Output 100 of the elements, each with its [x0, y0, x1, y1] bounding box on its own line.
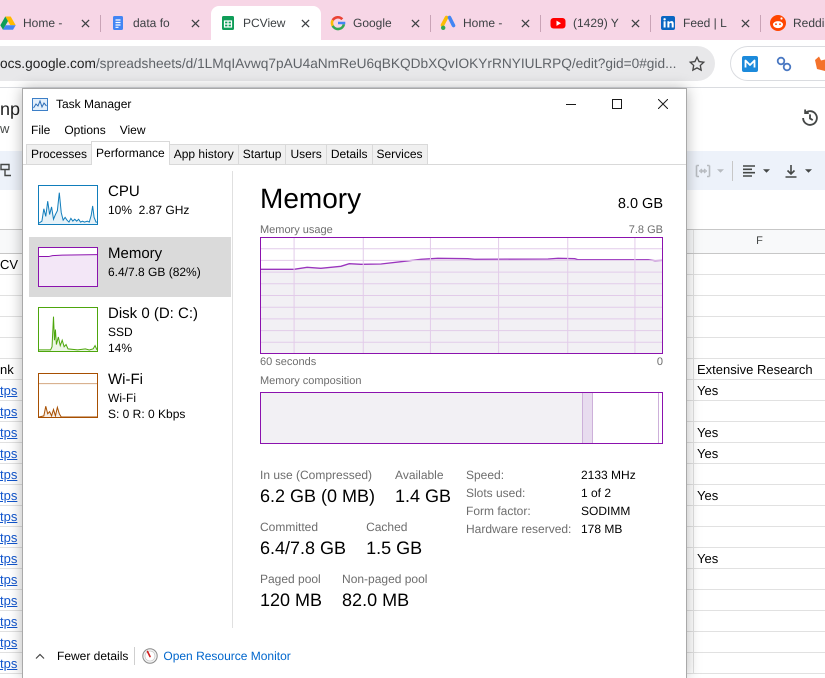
- caret-icon: [763, 168, 770, 172]
- link-fragment[interactable]: tps: [0, 572, 18, 589]
- triangle-logo-icon: [0, 15, 16, 31]
- property-value: 2133 MHz: [581, 467, 636, 484]
- link-fragment[interactable]: tps: [0, 425, 18, 442]
- browser-tab[interactable]: Reddi: [761, 6, 825, 40]
- extension-icon[interactable]: [815, 54, 825, 72]
- property-value: 178 MB: [581, 521, 624, 538]
- spreadsheet-icon: [220, 15, 236, 31]
- tab[interactable]: Users: [285, 144, 327, 164]
- link-fragment[interactable]: tps: [0, 488, 18, 505]
- close-icon[interactable]: [741, 18, 750, 28]
- close-icon[interactable]: [411, 18, 420, 28]
- stat-value: 6.4/7.8 GB: [260, 537, 346, 560]
- browser-tab[interactable]: data fo: [101, 6, 211, 40]
- link-fragment[interactable]: tps: [0, 551, 18, 568]
- tab[interactable]: Services: [372, 144, 428, 164]
- tab[interactable]: App history: [168, 144, 239, 164]
- stat-value: 6.2 GB (0 MB): [260, 485, 376, 508]
- tilted-bars-icon: [440, 15, 456, 31]
- play-button-icon: [550, 15, 566, 31]
- caret-icon: [717, 168, 724, 172]
- resource-item[interactable]: Memory 6.4/7.8 GB (82%): [29, 237, 231, 297]
- close-icon[interactable]: [301, 18, 310, 28]
- link-icon[interactable]: [775, 54, 793, 72]
- cell-value: Yes: [697, 383, 718, 398]
- close-icon[interactable]: [631, 18, 640, 28]
- title-fragment: np: [0, 98, 20, 120]
- stat-label: Non-paged pool: [342, 571, 428, 587]
- address-bar[interactable]: ocs.google.com/spreadsheets/d/1LMqIAvwq7pAU4aNmReU6qBKQDbXQvIOKYrRNYIULRPQ/edit?gid=0#gid...: [0, 46, 715, 81]
- square-logo-icon: [660, 15, 676, 31]
- link-fragment[interactable]: tps: [0, 530, 18, 547]
- close-icon[interactable]: [521, 18, 530, 28]
- bookmark-star-icon[interactable]: [688, 54, 706, 72]
- menu-fragment[interactable]: w: [0, 121, 10, 137]
- cell-value: Yes: [697, 446, 718, 461]
- browser-tab[interactable]: Google: [321, 6, 431, 40]
- stat-label: Committed: [260, 519, 318, 535]
- m-tile-icon[interactable]: [741, 54, 759, 72]
- window-title: Task Manager: [56, 97, 132, 111]
- cell-value: Yes: [697, 425, 718, 440]
- stat-value: 1.4 GB: [395, 485, 452, 508]
- close-icon[interactable]: [81, 18, 90, 28]
- fewer-details-button[interactable]: Fewer details: [35, 648, 128, 664]
- cell-text-fragment: nk: [0, 362, 14, 379]
- stat-label: Cached: [366, 519, 408, 535]
- stat-label: Available: [395, 467, 444, 483]
- cell-value: Yes: [697, 551, 718, 566]
- tab[interactable]: Processes: [26, 144, 92, 164]
- link-fragment[interactable]: tps: [0, 635, 18, 652]
- merge-cells-icon: [695, 162, 711, 178]
- stat-label: In use (Compressed): [260, 467, 372, 483]
- stat-value: 82.0 MB: [342, 589, 410, 612]
- document-icon: [110, 15, 126, 31]
- resource-item[interactable]: CPU 10% 2.87 GHz: [29, 175, 231, 235]
- stat-label: Paged pool: [260, 571, 321, 587]
- tab[interactable]: Performance: [91, 141, 170, 165]
- menu-item[interactable]: Options: [57, 122, 113, 138]
- menu-item[interactable]: View: [112, 122, 152, 138]
- tab[interactable]: Details: [326, 144, 372, 164]
- memory-capacity: 8.0 GB: [618, 196, 663, 212]
- axis-label: 0: [656, 356, 663, 369]
- toolbar-icon[interactable]: [0, 162, 12, 178]
- stat-value: 120 MB: [260, 589, 322, 612]
- link-fragment[interactable]: tps: [0, 656, 18, 673]
- resource-item[interactable]: Wi-Fi Wi-Fi S: 0 R: 0 Kbps: [29, 365, 231, 429]
- property-label: Speed:: [466, 467, 506, 484]
- graph-icon: [32, 98, 48, 110]
- cell-text-fragment: CV: [0, 257, 18, 274]
- menu-item[interactable]: File: [24, 122, 58, 138]
- gauge-icon: [142, 648, 158, 664]
- link-fragment[interactable]: tps: [0, 446, 18, 463]
- browser-tab[interactable]: Feed | L: [651, 6, 761, 40]
- property-value: 1 of 2: [581, 485, 612, 502]
- browser-tab[interactable]: Home -: [431, 6, 541, 40]
- link-fragment[interactable]: tps: [0, 614, 18, 631]
- browser-tab[interactable]: PCView: [211, 6, 321, 40]
- chart-label: Memory composition: [260, 375, 362, 388]
- link-fragment[interactable]: tps: [0, 509, 18, 526]
- link-fragment[interactable]: tps: [0, 404, 18, 421]
- tab[interactable]: Startup: [238, 144, 286, 164]
- link-fragment[interactable]: tps: [0, 467, 18, 484]
- chevron-up-icon: [35, 653, 45, 659]
- align-bottom-icon: [783, 162, 799, 178]
- align-left-icon: [741, 162, 757, 178]
- chart-label: Memory usage: [260, 224, 333, 237]
- history-icon[interactable]: [799, 107, 821, 129]
- link-fragment[interactable]: tps: [0, 383, 18, 400]
- axis-label: 60 seconds: [260, 356, 316, 369]
- resource-item[interactable]: Disk 0 (D: C:) SSD 14%: [29, 299, 231, 363]
- property-label: Hardware reserved:: [466, 521, 572, 538]
- close-icon[interactable]: [191, 18, 200, 28]
- caret-icon: [805, 168, 812, 172]
- browser-tab[interactable]: (1429) Y: [541, 6, 651, 40]
- cell-value: Extensive Research: [697, 362, 813, 377]
- resource-monitor-link[interactable]: Open Resource Monitor: [142, 648, 291, 664]
- browser-tab[interactable]: Home -: [0, 6, 101, 40]
- link-fragment[interactable]: tps: [0, 593, 18, 610]
- alien-head-icon: [770, 15, 786, 31]
- panel-title: Memory: [260, 182, 362, 216]
